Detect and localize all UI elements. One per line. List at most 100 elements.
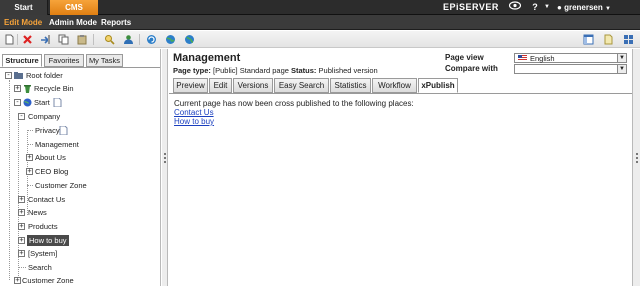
brand-logo: EPiSERVER bbox=[443, 2, 499, 12]
splitter-grip bbox=[164, 153, 166, 155]
page-title: Management bbox=[173, 52, 241, 64]
right-panel-splitter[interactable] bbox=[632, 49, 640, 286]
splitter-grip bbox=[636, 157, 638, 159]
collapse-toggle[interactable]: - bbox=[5, 72, 12, 79]
refresh-icon[interactable] bbox=[146, 34, 157, 45]
status-value: Published version bbox=[318, 66, 378, 75]
tree-connector bbox=[27, 144, 33, 145]
collapse-toggle[interactable]: - bbox=[18, 113, 25, 120]
flag-icon bbox=[518, 55, 527, 61]
tab-edit[interactable]: Edit bbox=[209, 78, 232, 93]
main-panel: Management Page type: [Public] Standard … bbox=[169, 49, 632, 286]
copy-icon[interactable] bbox=[58, 34, 69, 45]
tab-preview[interactable]: Preview bbox=[173, 78, 208, 93]
globe-alt-icon[interactable] bbox=[184, 34, 195, 45]
expand-toggle[interactable]: + bbox=[14, 277, 21, 284]
user-name: grenersen bbox=[564, 3, 603, 12]
root-folder-icon bbox=[14, 72, 23, 79]
layout-icon[interactable] bbox=[583, 34, 594, 45]
top-navigation-bar: Start CMS EPiSERVER ? ▼ ● grenersen ▼ bbox=[0, 0, 640, 15]
tab-statistics[interactable]: Statistics bbox=[330, 78, 371, 93]
tiles-icon[interactable] bbox=[623, 34, 634, 45]
page-view-label: Page view bbox=[445, 53, 484, 62]
search-icon[interactable] bbox=[104, 34, 115, 45]
tree-item-about-us[interactable]: About Us bbox=[35, 152, 66, 163]
splitter-grip bbox=[636, 153, 638, 155]
chevron-down-icon: ▼ bbox=[617, 65, 626, 73]
recycle-bin-icon bbox=[24, 85, 31, 93]
tab-favorites[interactable]: Favorites bbox=[44, 54, 84, 67]
tab-cms[interactable]: CMS bbox=[50, 0, 98, 15]
page-view-value: English bbox=[530, 54, 555, 63]
tree-connector bbox=[27, 130, 33, 131]
user-menu[interactable]: ● grenersen ▼ bbox=[557, 0, 611, 15]
tab-versions[interactable]: Versions bbox=[233, 78, 273, 93]
tree-item-contact-us[interactable]: Contact Us bbox=[28, 194, 65, 205]
structure-panel: Structure Favorites My Tasks - Root fold… bbox=[0, 49, 161, 286]
status-label: Status: bbox=[291, 66, 317, 75]
globe-icon bbox=[23, 98, 32, 107]
tab-xpublish[interactable]: xPublish bbox=[418, 78, 458, 93]
chevron-down-icon[interactable]: ▼ bbox=[540, 1, 554, 14]
tree-item-products[interactable]: Products bbox=[28, 221, 58, 232]
tree-item-how-to-buy[interactable]: How to buy bbox=[27, 235, 69, 246]
tab-start[interactable]: Start bbox=[0, 0, 48, 15]
users-icon[interactable] bbox=[123, 34, 134, 45]
splitter-grip bbox=[164, 161, 166, 163]
tree-item-root-folder[interactable]: Root folder bbox=[26, 70, 63, 81]
tab-easy-search[interactable]: Easy Search bbox=[274, 78, 329, 93]
link-how-to-buy[interactable]: How to buy bbox=[174, 117, 214, 126]
tab-workflow[interactable]: Workflow bbox=[372, 78, 417, 93]
toolbar-divider bbox=[93, 34, 94, 45]
tree-item-system[interactable]: [System] bbox=[28, 248, 57, 259]
expand-toggle[interactable]: + bbox=[14, 85, 21, 92]
globe-icon[interactable] bbox=[165, 34, 176, 45]
expand-toggle[interactable]: + bbox=[26, 154, 33, 161]
move-icon[interactable] bbox=[40, 34, 51, 45]
collapse-toggle[interactable]: - bbox=[14, 99, 21, 106]
tree-item-customer-zone[interactable]: Customer Zone bbox=[22, 275, 74, 286]
panel-splitter[interactable] bbox=[162, 49, 168, 286]
expand-toggle[interactable]: + bbox=[18, 209, 25, 216]
toolbar-divider bbox=[17, 34, 18, 45]
eye-icon[interactable] bbox=[508, 1, 522, 14]
edit-mode-link[interactable]: Edit Mode bbox=[4, 15, 42, 30]
expand-toggle[interactable]: + bbox=[18, 223, 25, 230]
tree-connector bbox=[9, 80, 10, 280]
delete-icon[interactable] bbox=[22, 34, 33, 45]
tab-my-tasks[interactable]: My Tasks bbox=[86, 54, 123, 67]
tree-item-company[interactable]: Company bbox=[28, 111, 60, 122]
help-label: ? bbox=[532, 2, 538, 12]
new-page-icon[interactable] bbox=[4, 34, 15, 45]
tree-item-ceo-blog[interactable]: CEO Blog bbox=[35, 166, 68, 177]
tree-item-management[interactable]: Management bbox=[35, 139, 79, 150]
tab-structure[interactable]: Structure bbox=[2, 54, 42, 67]
tree-item-privacy[interactable]: Privacy bbox=[35, 125, 60, 136]
chevron-down-icon: ▼ bbox=[605, 6, 611, 12]
tree-item-news[interactable]: News bbox=[28, 207, 47, 218]
admin-mode-link[interactable]: Admin Mode bbox=[49, 15, 97, 30]
tree-connector bbox=[27, 185, 33, 186]
page-icon bbox=[53, 98, 62, 107]
page-type-label: Page type: bbox=[173, 66, 211, 75]
link-contact-us[interactable]: Contact Us bbox=[174, 108, 214, 117]
page-icon bbox=[59, 126, 68, 135]
splitter-grip bbox=[164, 157, 166, 159]
expand-toggle[interactable]: + bbox=[18, 250, 25, 257]
tree-item-start[interactable]: Start bbox=[34, 97, 50, 108]
paste-icon[interactable] bbox=[77, 34, 88, 45]
document-icon[interactable] bbox=[603, 34, 614, 45]
expand-toggle[interactable]: + bbox=[18, 196, 25, 203]
tree-item-search[interactable]: Search bbox=[28, 262, 52, 273]
reports-link[interactable]: Reports bbox=[101, 15, 131, 30]
expand-toggle[interactable]: + bbox=[26, 168, 33, 175]
page-view-select[interactable]: English ▼ bbox=[514, 53, 627, 63]
expand-toggle[interactable]: + bbox=[18, 237, 25, 244]
tree-connector bbox=[18, 267, 26, 268]
compare-with-label: Compare with bbox=[445, 64, 498, 73]
tree-item-recycle-bin[interactable]: Recycle Bin bbox=[34, 83, 74, 94]
publish-message: Current page has now been cross publishe… bbox=[174, 99, 414, 108]
splitter-grip bbox=[636, 161, 638, 163]
tree-item-customer-zone-sub[interactable]: Customer Zone bbox=[35, 180, 87, 191]
compare-with-select[interactable]: ▼ bbox=[514, 64, 627, 74]
